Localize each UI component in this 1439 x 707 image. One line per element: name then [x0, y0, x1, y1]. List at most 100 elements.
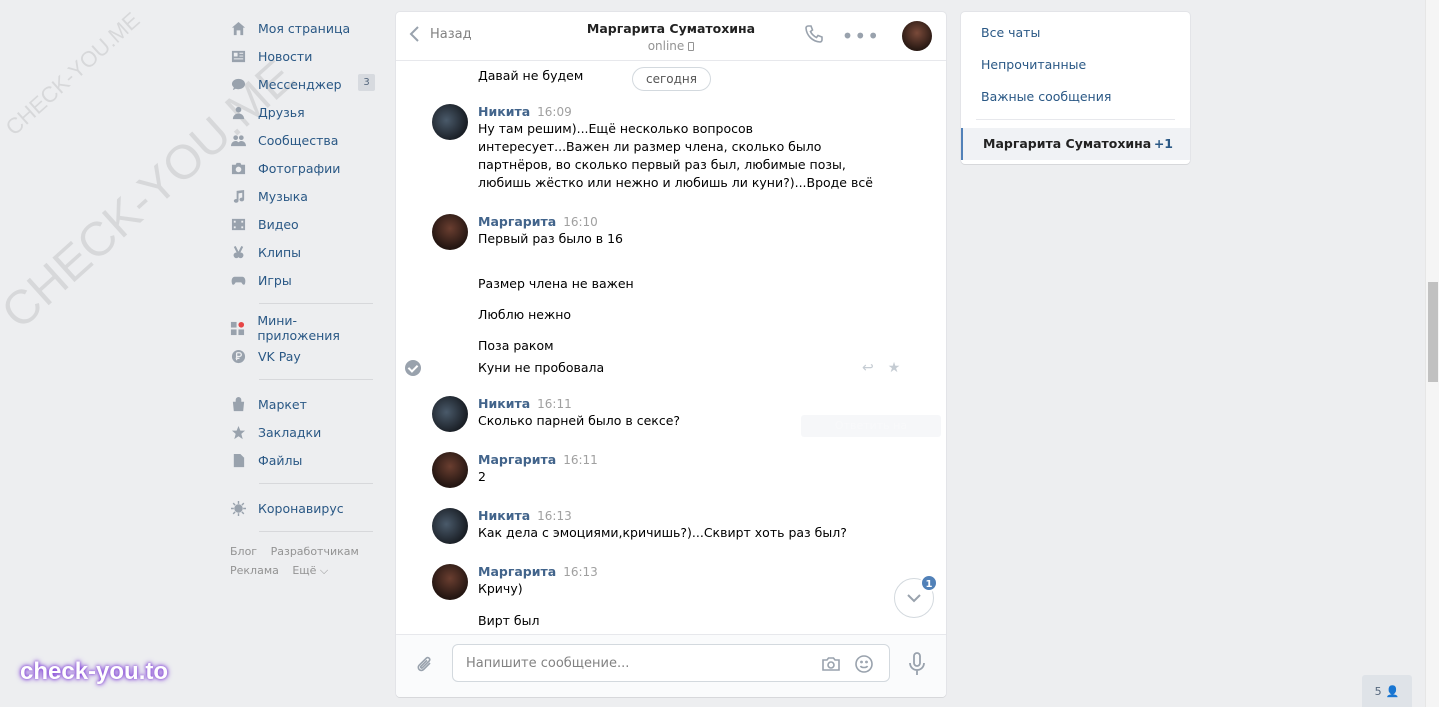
nav-music[interactable]: Музыка: [229, 182, 375, 210]
page-scrollbar[interactable]: [1425, 0, 1439, 707]
reply-icon[interactable]: ↩: [862, 360, 874, 376]
filter-all-chats[interactable]: Все чаты: [961, 17, 1190, 49]
active-chat-item[interactable]: Маргарита Суматохина +1: [961, 128, 1190, 160]
nav-clips[interactable]: Клипы: [229, 238, 375, 266]
message-text: Люблю нежно: [478, 307, 572, 322]
nav-photos[interactable]: Фотографии: [229, 154, 375, 182]
nav-my-page[interactable]: Моя страница: [229, 14, 375, 42]
nav-label: Видео: [258, 216, 299, 232]
messenger-badge: 3: [358, 74, 375, 91]
nav-messenger[interactable]: Мессенджер 3: [229, 70, 375, 98]
nav-label: Клипы: [258, 244, 302, 260]
footer-more-link[interactable]: Ещё ⌵: [292, 564, 328, 577]
camera-icon[interactable]: [821, 654, 841, 678]
message-continuation: Давай не будем: [478, 68, 584, 83]
nav-coronavirus[interactable]: Коронавирус: [229, 494, 375, 522]
active-chat-name: Маргарита Суматохина: [983, 136, 1152, 151]
message-time: 16:11: [563, 453, 598, 467]
message-text: Первый раз было в 16: [478, 231, 624, 246]
online-count: 5: [1374, 684, 1382, 698]
nav-games[interactable]: Игры: [229, 266, 375, 294]
star-icon[interactable]: ★: [888, 360, 901, 376]
message-body: Никита 16:09 Ну там решим)...Ещё нескольк…: [478, 104, 878, 192]
author-name[interactable]: Маргарита: [478, 452, 556, 467]
home-icon: [229, 19, 247, 37]
paperclip-icon[interactable]: [414, 654, 436, 680]
message-meta: Маргарита 16:10: [478, 214, 878, 230]
filter-unread[interactable]: Непрочитанные: [961, 49, 1190, 81]
footer-blog-link[interactable]: Блог: [230, 545, 257, 558]
nav-label: Друзья: [258, 104, 305, 120]
nav-bookmarks[interactable]: Закладки: [229, 418, 375, 446]
author-name[interactable]: Маргарита: [478, 214, 556, 229]
nav-label: Музыка: [258, 188, 308, 204]
avatar[interactable]: [432, 452, 468, 488]
nav-separator: [259, 483, 373, 484]
more-icon[interactable]: •••: [842, 26, 880, 46]
message-meta: Никита 16:11: [478, 396, 878, 412]
avatar[interactable]: [432, 104, 468, 140]
message-input[interactable]: [453, 645, 803, 681]
nav-label: Моя страница: [258, 20, 351, 36]
phone-call-icon[interactable]: [804, 24, 824, 48]
reply-tooltip: Ответить на сообщение: [801, 415, 941, 454]
message-text: Как дела с эмоциями,кричишь?)...Сквирт х…: [478, 525, 847, 540]
message-text: Куни не пробовала: [478, 360, 605, 375]
online-friends-widget[interactable]: 5 👤: [1362, 675, 1412, 707]
message-text: Ну там решим)...Ещё несколько вопросов и…: [478, 121, 873, 190]
message-actions: ↩ ★: [862, 360, 900, 376]
message-time: 16:13: [537, 509, 572, 523]
nav-news[interactable]: Новости: [229, 42, 375, 70]
nav-video[interactable]: Видео: [229, 210, 375, 238]
footer-ads-link[interactable]: Реклама: [230, 564, 279, 577]
nav-label: Игры: [258, 272, 292, 288]
emoji-icon[interactable]: [854, 654, 874, 678]
nav-vkpay[interactable]: VK Pay: [229, 342, 375, 370]
nav-label: VK Pay: [258, 348, 301, 364]
peer-avatar[interactable]: [902, 21, 932, 51]
author-name[interactable]: Никита: [478, 104, 530, 119]
nav-friends[interactable]: Друзья: [229, 98, 375, 126]
left-nav: Моя страница Новости Мессенджер 3 Друзья…: [229, 14, 375, 580]
footer-dev-link[interactable]: Разработчикам: [271, 545, 359, 558]
message-body: Маргарита 16:10 Первый раз было в 16: [478, 214, 878, 248]
avatar[interactable]: [432, 564, 468, 600]
message-time: 16:13: [563, 565, 598, 579]
market-icon: [229, 395, 247, 413]
nav-market[interactable]: Маркет: [229, 390, 375, 418]
author-name[interactable]: Маргарита: [478, 564, 556, 579]
scrollbar-thumb[interactable]: [1428, 282, 1438, 382]
avatar[interactable]: [432, 508, 468, 544]
apps-icon: [229, 319, 246, 337]
games-icon: [229, 271, 247, 289]
selected-check-icon[interactable]: [405, 360, 421, 376]
message-history[interactable]: Давай не будем сегодня Никита 16:09 Ну та…: [396, 62, 946, 634]
nav-separator: [259, 303, 373, 304]
composer: [396, 634, 946, 697]
communities-icon: [229, 131, 247, 149]
author-name[interactable]: Никита: [478, 396, 530, 411]
clips-icon: [229, 243, 247, 261]
nav-mini-apps[interactable]: Мини-приложения: [229, 313, 375, 343]
message-input-box: [452, 644, 890, 682]
nav-files[interactable]: Файлы: [229, 446, 375, 474]
message-meta: Никита 16:13: [478, 508, 878, 524]
filter-important[interactable]: Важные сообщения: [961, 81, 1190, 113]
nav-communities[interactable]: Сообщества: [229, 126, 375, 154]
messenger-icon: [229, 75, 247, 93]
date-pill: сегодня: [632, 67, 711, 91]
message-text: Кричу): [478, 581, 523, 596]
chat-panel: Назад Маргарита Суматохина online ••• Да…: [396, 12, 946, 697]
scroll-down-button[interactable]: 1: [894, 574, 938, 618]
message-meta: Маргарита 16:11: [478, 452, 878, 468]
avatar[interactable]: [432, 214, 468, 250]
video-icon: [229, 215, 247, 233]
friends-icon: [229, 103, 247, 121]
music-icon: [229, 187, 247, 205]
microphone-icon[interactable]: [908, 652, 926, 680]
author-name[interactable]: Никита: [478, 508, 530, 523]
header-actions: •••: [804, 21, 932, 51]
avatar[interactable]: [432, 396, 468, 432]
chat-filter-panel: Все чаты Непрочитанные Важные сообщения …: [961, 12, 1190, 164]
nav-label: Новости: [258, 48, 313, 64]
